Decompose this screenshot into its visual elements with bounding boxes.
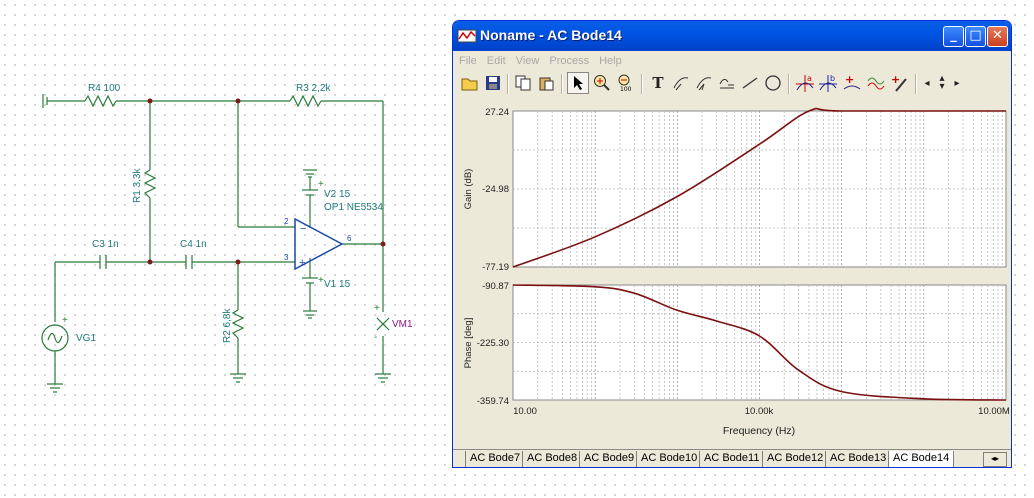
xtick-left: 10.00	[513, 406, 537, 417]
svg-text:+: +	[845, 73, 854, 86]
line-icon[interactable]	[739, 72, 761, 94]
zoom-in-icon[interactable]	[591, 72, 613, 94]
pin2-label: 2	[284, 217, 289, 226]
bode-window[interactable]: Noname - AC Bode14 _ □ ✕ File Edit View Pro…	[452, 20, 1012, 468]
gain-ytick-bottom: -77.19	[482, 262, 509, 273]
cursor-b-icon[interactable]: b	[817, 72, 839, 94]
pin3-label: 3	[284, 253, 289, 262]
svg-text:+: +	[299, 257, 305, 269]
menu-bar: File Edit View Process Help	[453, 51, 1011, 69]
gain-ytick-mid: -24.98	[482, 184, 509, 195]
open-icon[interactable]	[459, 72, 481, 94]
text-icon[interactable]: T	[647, 72, 669, 94]
circle-icon[interactable]	[762, 72, 784, 94]
window-title: Noname - AC Bode14	[480, 27, 622, 43]
vm1-label: VM1	[392, 319, 413, 330]
tab-ac-bode13[interactable]: AC Bode13	[825, 451, 892, 467]
circuit-schematic[interactable]: − + + + - + + R4 100 R3 2,2k R1 3,3k C3 …	[0, 0, 455, 498]
phase-ytick-bottom: -359.74	[477, 396, 509, 407]
phase-ytick-top: -90.87	[482, 281, 509, 292]
add-curve-icon[interactable]: +	[841, 72, 863, 94]
svg-text:b: b	[830, 74, 835, 83]
tab-ac-bode14[interactable]: AC Bode14	[888, 451, 955, 467]
tab-ac-bode9[interactable]: AC Bode9	[579, 451, 640, 467]
gain-plot[interactable]: 27.24 -24.98 -77.19 Gain (dB)	[463, 107, 1007, 273]
tab-ac-bode11[interactable]: AC Bode11	[699, 451, 765, 467]
r4-label: R4 100	[88, 83, 121, 94]
svg-text:−: −	[300, 223, 306, 235]
save-icon[interactable]	[482, 72, 504, 94]
maximize-button[interactable]: □	[965, 26, 986, 47]
pointer-icon[interactable]	[567, 72, 589, 94]
scroll-updown-icon[interactable]: ▴ ▾	[934, 72, 950, 94]
svg-text:+: +	[62, 315, 68, 326]
title-bar[interactable]: Noname - AC Bode14 _ □ ✕	[453, 21, 1011, 51]
c3-label: C3 1n	[92, 239, 119, 250]
close-button[interactable]: ✕	[987, 26, 1008, 47]
zoom-100-icon[interactable]: 100	[615, 72, 637, 94]
cursor-a-icon[interactable]: a	[794, 72, 816, 94]
phase-plot[interactable]: -90.87 -225.30 -359.74 Phase [deg] 10.00…	[463, 281, 1010, 437]
menu-edit[interactable]: Edit	[482, 53, 511, 67]
menu-help[interactable]: Help	[594, 53, 627, 67]
menu-file[interactable]: File	[453, 53, 482, 67]
xtick-mid: 10.00k	[745, 406, 774, 417]
tab-ac-bode8[interactable]: AC Bode8	[522, 451, 583, 467]
v2-label: V2 15	[324, 189, 351, 200]
tab-ac-bode12[interactable]: AC Bode12	[762, 451, 829, 467]
svg-text:+: +	[891, 73, 900, 86]
toolbar: 100 T a b + + ◂ ▴ ▾ ▸	[455, 72, 975, 96]
gain-ylabel: Gain (dB)	[463, 169, 474, 210]
phase-ylabel: Phase [deg]	[463, 318, 474, 369]
xtick-right: 10.00M	[978, 406, 1010, 417]
svg-text:100: 100	[620, 86, 632, 92]
svg-text:-: -	[374, 332, 377, 343]
phase-ytick-mid: -225.30	[477, 338, 509, 349]
bode-plot-area[interactable]: 27.24 -24.98 -77.19 Gain (dB) -90.87 -22…	[453, 99, 1011, 449]
xlabel: Frequency (Hz)	[723, 425, 795, 437]
formula-icon[interactable]	[716, 72, 738, 94]
r3-label: R3 2,2k	[296, 83, 331, 94]
wave-icon[interactable]	[865, 72, 887, 94]
app-icon	[457, 29, 477, 43]
curve-label2-icon[interactable]	[693, 72, 715, 94]
scroll-right-icon[interactable]: ▸	[951, 72, 963, 94]
svg-text:+: +	[374, 303, 380, 314]
pen-icon[interactable]: +	[889, 72, 911, 94]
paste-icon[interactable]	[535, 72, 557, 94]
tab-ac-bode7[interactable]: AC Bode7	[465, 451, 526, 467]
vg1-label: VG1	[76, 333, 96, 344]
op1-label: OP1 NE5534	[324, 202, 383, 213]
tab-ac-bode10[interactable]: AC Bode10	[636, 451, 703, 467]
v1-label: V1 15	[324, 279, 351, 290]
r2-label: R2 6,8k	[222, 308, 233, 343]
gain-ytick-top: 27.24	[485, 107, 509, 118]
tab-scroll-button[interactable]: ◂▸	[983, 452, 1007, 467]
menu-view[interactable]: View	[511, 53, 545, 67]
curve-label-icon[interactable]	[670, 72, 692, 94]
c4-label: C4 1n	[180, 239, 207, 250]
pin6-label: 6	[347, 234, 352, 243]
menu-process[interactable]: Process	[544, 53, 594, 67]
minimize-button[interactable]: _	[943, 26, 964, 47]
scroll-left-icon[interactable]: ◂	[921, 72, 933, 94]
tab-bar: AC Bode7 AC Bode8 AC Bode9 AC Bode10 AC Bode…	[453, 449, 1011, 467]
svg-text:a: a	[807, 74, 812, 83]
r1-label: R1 3,3k	[132, 168, 143, 203]
copy-icon[interactable]	[512, 72, 534, 94]
